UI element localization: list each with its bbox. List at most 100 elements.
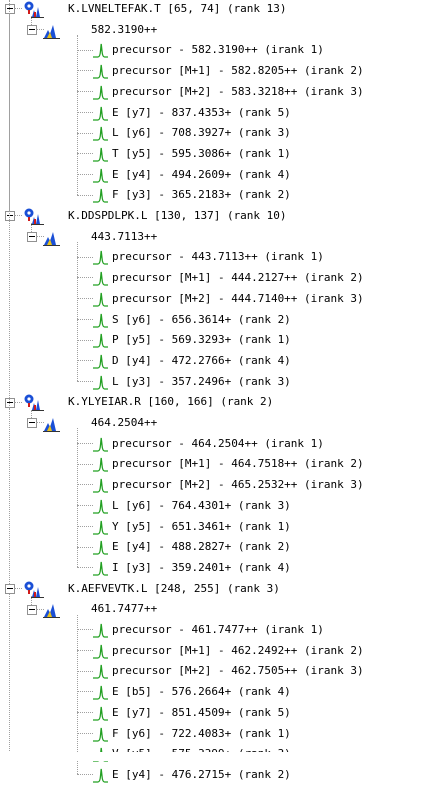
tree-line — [77, 277, 93, 278]
transition-icon — [93, 541, 108, 555]
tree-line — [77, 298, 93, 299]
transition-label[interactable]: T [y5] - 595.3086+ (rank 1) — [112, 144, 291, 165]
transition-label[interactable]: E [y7] - 851.4509+ (rank 5) — [112, 703, 291, 724]
collapse-icon[interactable] — [5, 398, 15, 408]
transition-label[interactable]: precursor [M+1] - 464.7518++ (irank 2) — [112, 454, 364, 475]
transition-icon — [93, 561, 108, 576]
transition-label[interactable]: precursor - 582.3190++ (irank 1) — [112, 40, 324, 61]
tree-line — [77, 526, 93, 527]
collapse-icon[interactable] — [5, 584, 15, 594]
precursor-label[interactable]: 582.3190++ — [91, 20, 157, 41]
transition-icon — [93, 189, 108, 203]
transition-icon — [93, 727, 108, 742]
collapse-icon[interactable] — [27, 605, 37, 615]
tree-line — [14, 8, 22, 9]
tree-line — [77, 547, 93, 548]
peptide-icon — [24, 581, 44, 598]
tree-line — [77, 691, 93, 692]
transition-icon — [93, 313, 108, 328]
transition-label[interactable]: E [y4] - 494.2609+ (rank 4) — [112, 165, 291, 186]
transition-label[interactable]: E [y4] - 488.2827+ (rank 2) — [112, 537, 291, 558]
tree-line — [9, 14, 10, 211]
collapse-icon[interactable] — [5, 4, 15, 14]
transition-label[interactable]: E [y4] - 476.2715+ (rank 2) — [112, 765, 291, 786]
tree-line — [9, 221, 10, 398]
precursor-icon — [43, 24, 60, 39]
transition-label[interactable]: D [y4] - 472.2766+ (rank 4) — [112, 351, 291, 372]
collapse-icon[interactable] — [27, 25, 37, 35]
tree-line — [77, 153, 93, 154]
transition-label[interactable]: precursor [M+1] - 462.2492++ (irank 2) — [112, 641, 364, 662]
tree-line — [77, 242, 78, 381]
transition-icon — [93, 147, 108, 162]
transition-label[interactable]: S [y6] - 656.3614+ (rank 2) — [112, 310, 291, 331]
transition-label[interactable]: precursor [M+1] - 582.8205++ (irank 2) — [112, 61, 364, 82]
transition-label[interactable]: I [y3] - 359.2401+ (rank 4) — [112, 558, 291, 579]
transition-label[interactable]: precursor - 464.2504++ (irank 1) — [112, 434, 324, 455]
tree-line — [77, 91, 93, 92]
transition-icon — [93, 334, 108, 348]
transition-icon — [93, 106, 108, 121]
tree-clip — [0, 752, 433, 761]
peptide-label[interactable]: K.LVNELTEFAK.T [65, 74] (rank 13) — [68, 0, 287, 20]
transition-icon — [93, 520, 108, 535]
tree-line — [77, 505, 93, 506]
tree-line — [77, 443, 93, 444]
precursor-icon — [43, 231, 60, 246]
tree-line — [77, 133, 93, 134]
transition-icon — [93, 127, 108, 141]
transition-label[interactable]: F [y6] - 722.4083+ (rank 1) — [112, 724, 291, 745]
peptide-label[interactable]: K.AEFVEVTK.L [248, 255] (rank 3) — [68, 579, 280, 600]
transition-icon — [93, 354, 108, 369]
tree-line — [77, 195, 93, 196]
tree-line — [31, 223, 32, 232]
transition-label[interactable]: precursor - 443.7113++ (irank 1) — [112, 247, 324, 268]
transition-label[interactable]: L [y3] - 357.2496+ (rank 3) — [112, 372, 291, 393]
tree-line — [77, 650, 93, 651]
transition-icon — [93, 499, 108, 514]
transition-label[interactable]: L [y6] - 764.4301+ (rank 3) — [112, 496, 291, 517]
peptide-icon — [24, 208, 44, 225]
tree-line — [77, 70, 93, 71]
tree-line — [77, 319, 93, 320]
tree-line — [31, 16, 32, 25]
transition-icon — [93, 272, 108, 286]
transition-label[interactable]: P [y5] - 569.3293+ (rank 1) — [112, 330, 291, 351]
transition-icon — [93, 768, 108, 783]
precursor-label[interactable]: 443.7113++ — [91, 227, 157, 248]
precursor-icon — [43, 604, 60, 619]
transition-label[interactable]: E [b5] - 576.2664+ (rank 4) — [112, 682, 291, 703]
tree-line — [77, 257, 93, 258]
transition-label[interactable]: L [y6] - 708.3927+ (rank 3) — [112, 123, 291, 144]
transition-label[interactable]: precursor [M+2] - 444.7140++ (irank 3) — [112, 289, 364, 310]
transition-label[interactable]: precursor [M+1] - 444.2127++ (irank 2) — [112, 268, 364, 289]
peptide-icon — [24, 394, 44, 412]
tree-line — [31, 410, 32, 418]
precursor-label[interactable]: 464.2504++ — [91, 413, 157, 434]
tree-line — [77, 629, 93, 630]
transition-label[interactable]: F [y3] - 365.2183+ (rank 2) — [112, 185, 291, 206]
collapse-icon[interactable] — [27, 418, 37, 428]
transition-label[interactable]: Y [y5] - 651.3461+ (rank 1) — [112, 517, 291, 538]
peptide-icon — [24, 1, 44, 18]
transition-label[interactable]: E [y7] - 837.4353+ (rank 5) — [112, 103, 291, 124]
tree-line — [77, 733, 93, 734]
collapse-icon[interactable] — [5, 211, 15, 221]
peptide-label[interactable]: K.DDSPDLPK.L [130, 137] (rank 10) — [68, 206, 287, 227]
tree-line — [77, 35, 78, 195]
peptide-label[interactable]: K.YLYEIAR.R [160, 166] (rank 2) — [68, 392, 273, 413]
tree-line — [77, 484, 93, 485]
transition-label[interactable]: precursor [M+2] - 462.7505++ (irank 3) — [112, 661, 364, 682]
transition-label[interactable]: precursor - 461.7477++ (irank 1) — [112, 620, 324, 641]
tree-line — [9, 594, 10, 761]
tree-line — [14, 588, 22, 589]
tree-line — [77, 774, 93, 775]
transition-icon — [93, 479, 108, 493]
peptide-tree[interactable]: K.LVNELTEFAK.T [65, 74] (rank 13) 582.319… — [0, 0, 433, 783]
transition-icon — [93, 686, 108, 700]
transition-label[interactable]: precursor [M+2] - 583.3218++ (irank 3) — [112, 82, 364, 103]
precursor-label[interactable]: 461.7477++ — [91, 599, 157, 620]
transition-label[interactable]: precursor [M+2] - 465.2532++ (irank 3) — [112, 475, 364, 496]
collapse-icon[interactable] — [27, 232, 37, 242]
tree-line — [77, 360, 93, 361]
